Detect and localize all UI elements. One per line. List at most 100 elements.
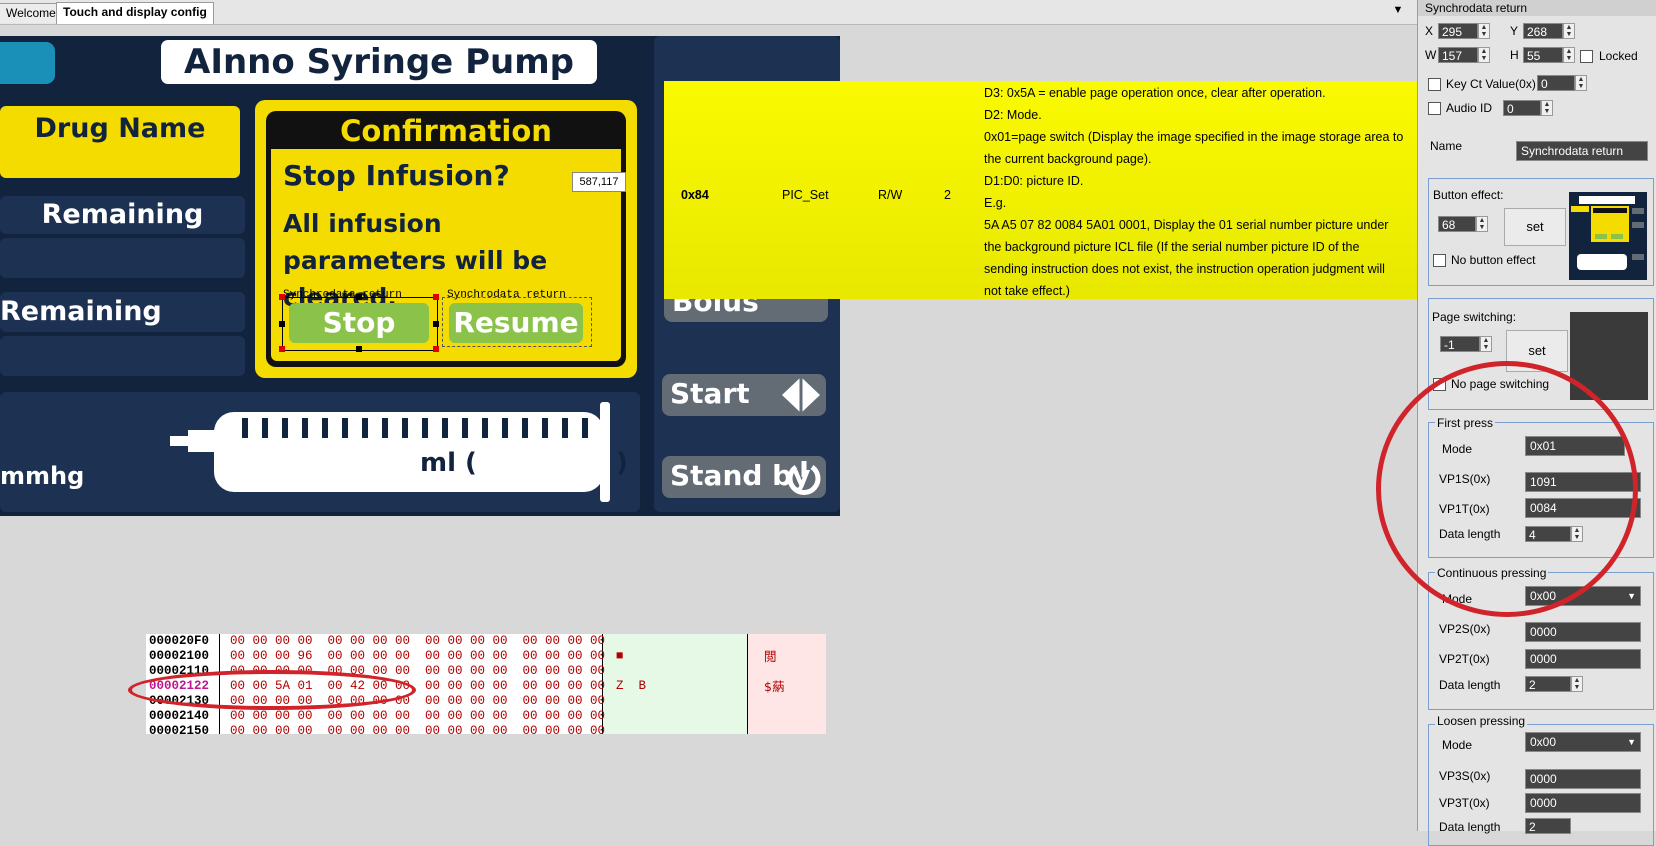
tab-bar: Welcome Touch and display config ▼ [0,0,1417,25]
mode-label: Mode [1442,738,1473,752]
tab-touch-display-config[interactable]: Touch and display config [56,2,214,24]
resize-handle[interactable] [279,294,285,300]
w-label: W [1425,48,1437,62]
hex-ascii-text: Z B [616,679,647,693]
resize-handle[interactable] [356,346,362,352]
cursor-coordinates: 587,117 [572,172,626,192]
no-button-effect-label: No button effect [1451,253,1536,267]
name-input[interactable]: Synchrodata return [1516,141,1648,161]
audio-id-checkbox[interactable] [1428,102,1441,115]
stop-infusion-question: Stop Infusion? [283,159,510,192]
pump-title: AInno Syringe Pump [161,40,597,84]
resize-handle[interactable] [433,346,439,352]
hex-unicode-pane[interactable] [747,634,826,734]
hex-address: 000020F0 [149,634,210,648]
remaining-time-value [0,238,245,278]
x-spinner-icon[interactable]: ▲ ▼ [1478,23,1490,39]
hex-bytes[interactable]: 00 00 00 00 00 00 00 00 00 00 00 00 00 0… [230,709,605,724]
pressure-unit: mmhg [0,462,85,490]
no-button-effect-checkbox[interactable] [1433,254,1446,267]
vp3t-label: VP3T(0x) [1439,796,1490,810]
key-ct-checkbox[interactable] [1428,78,1441,91]
vp2t-label: VP2T(0x) [1439,652,1490,666]
y-spinner-icon[interactable]: ▲ ▼ [1563,23,1575,39]
key-ct-label: Key Ct Value(0x) [1446,77,1536,91]
button-effect-input[interactable]: 68 [1438,216,1476,232]
drug-name-label: Drug Name [0,106,240,178]
resize-handle[interactable] [279,346,285,352]
vp3t-input[interactable]: 0000 [1525,793,1641,813]
panel-title: Synchrodata return [1418,0,1656,16]
hex-bytes[interactable]: 00 00 00 00 00 00 00 00 00 00 00 00 00 0… [230,724,605,734]
doc-line: D2: Mode. [984,108,1042,122]
vp3s-label: VP3S(0x) [1439,769,1491,783]
page-switching-label: Page switching: [1432,310,1517,324]
y-input[interactable]: 268 [1523,23,1563,39]
vp2t-input[interactable]: 0000 [1525,649,1641,669]
loosen-mode-select[interactable]: 0x00 ▼ [1525,732,1641,752]
resume-button[interactable]: Resume [449,303,583,343]
vp2s-input[interactable]: 0000 [1525,622,1641,642]
x-label: X [1425,24,1434,38]
button-effect-spinner-icon[interactable]: ▲ ▼ [1476,216,1488,232]
button-effect-label: Button effect: [1433,188,1504,202]
vp3s-input[interactable]: 0000 [1525,769,1641,789]
w-spinner-icon[interactable]: ▲ ▼ [1478,47,1490,63]
confirmation-dialog: Confirmation Stop Infusion? All infusion… [255,100,637,378]
h-label: H [1510,48,1519,62]
doc-len: 2 [944,188,951,202]
y-label: Y [1510,24,1519,38]
instruction-doc-table: 0x84 PIC_Set R/W 2 D3: 0x5A = enable pag… [664,81,1418,299]
vp2s-label: VP2S(0x) [1439,622,1491,636]
page-switching-input[interactable]: -1 [1440,336,1480,352]
tab-menu-arrow-icon[interactable]: ▼ [1390,4,1406,20]
standby-button[interactable]: Stand by [662,456,826,498]
doc-line: 5A A5 07 82 0084 5A01 0001, Display the … [984,218,1389,232]
remaining-time-label: Remaining Time [0,196,245,268]
stop-selection-box[interactable] [282,297,438,351]
button-effect-preview[interactable] [1569,192,1647,280]
hex-bytes[interactable]: 00 00 00 00 00 00 00 00 00 00 00 00 00 0… [230,634,605,649]
hex-address: 00002140 [149,709,210,723]
doc-line: the current background page). [984,152,1152,166]
button-effect-set-button[interactable]: set [1504,208,1566,246]
resize-handle[interactable] [433,294,439,300]
highlight-ellipse-hex [128,670,416,710]
audio-id-spinner-icon[interactable]: ▲ ▼ [1541,100,1553,116]
doc-line: not take effect.) [984,284,1070,298]
w-input[interactable]: 157 [1438,47,1478,63]
chevron-down-icon: ▼ [1627,591,1636,601]
data-length-2-spinner-icon[interactable]: ▲ ▼ [1571,676,1583,692]
remaining-volume-value [0,336,245,376]
tab-welcome[interactable]: Welcome [0,3,63,23]
data-length-3-input[interactable]: 2 [1525,818,1571,834]
resize-handle[interactable] [433,321,439,327]
key-ct-spinner-icon[interactable]: ▲ ▼ [1575,75,1587,91]
teal-indicator [0,42,55,84]
x-input[interactable]: 295 [1438,23,1478,39]
power-icon [787,461,821,495]
locked-label: Locked [1599,49,1638,63]
page-switching-spinner-icon[interactable]: ▲ ▼ [1480,336,1492,352]
h-input[interactable]: 55 [1523,47,1563,63]
start-button[interactable]: Start [662,374,826,416]
syringe-unit-ml: ml ( [420,448,477,478]
syringe-unit-close: ) [616,448,628,478]
h-spinner-icon[interactable]: ▲ ▼ [1563,47,1575,63]
start-diamond-icon [782,377,820,413]
locked-checkbox[interactable] [1580,50,1593,63]
resize-handle[interactable] [279,321,285,327]
chevron-down-icon: ▼ [1627,737,1636,747]
resize-handle[interactable] [356,294,362,300]
hex-unicode-text: 閲 [764,649,777,664]
hex-bytes[interactable]: 00 00 00 96 00 00 00 00 00 00 00 00 00 0… [230,649,605,664]
key-ct-input[interactable]: 0 [1537,75,1575,91]
doc-name: PIC_Set [782,188,829,202]
audio-id-input[interactable]: 0 [1503,100,1541,116]
doc-line: E.g. [984,196,1007,210]
data-length-2-input[interactable]: 2 [1525,676,1571,692]
loosen-mode-value: 0x00 [1530,735,1557,749]
audio-id-label: Audio ID [1446,101,1493,115]
doc-line: the background picture ICL file (If the … [984,240,1360,254]
doc-line: sending instruction does not exist, the … [984,262,1385,276]
